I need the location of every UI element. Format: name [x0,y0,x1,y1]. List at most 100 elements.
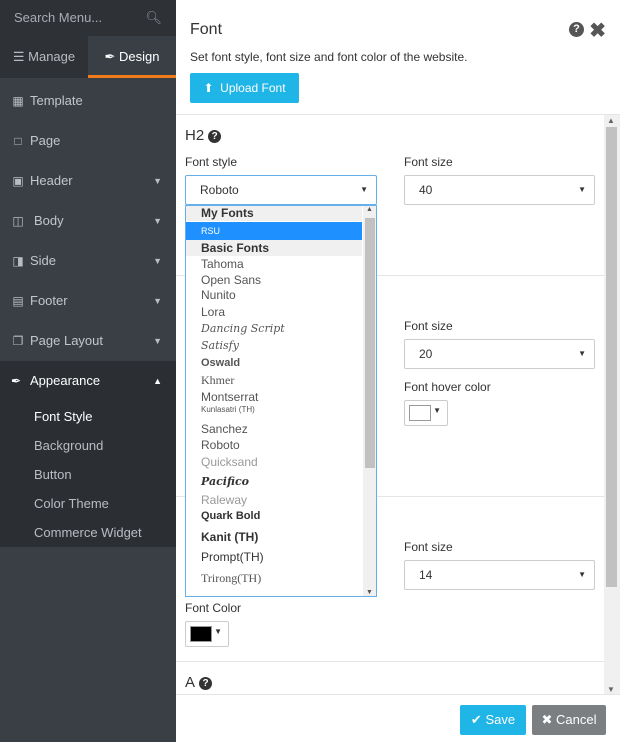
dropdown-option[interactable]: Khmer [186,373,362,388]
help-icon[interactable]: ? [208,130,222,143]
dropdown-option[interactable]: Prompt(TH) [186,550,362,564]
font-style-value: Roboto [200,183,239,197]
dropdown-option[interactable]: Open Sans [186,273,362,287]
caret-down-icon: ▼ [433,406,441,415]
sidebar-item-label: Header [30,173,73,188]
dropdown-option[interactable]: Nunito [186,288,362,302]
settings-scroll-area: H2? Font style Roboto ▼ Font size 40 ▼ F… [176,114,620,695]
dropdown-option[interactable]: Oswald [186,357,362,369]
tab-bar: ☰ Manage ✒ Design [0,36,176,78]
brush-icon: ✒ [104,49,116,64]
dropdown-scrollbar[interactable]: ▲ ▼ [363,206,376,596]
dropdown-option[interactable]: Pacifico [186,475,362,488]
dropdown-option[interactable]: Trirong(TH) [186,571,362,586]
caret-down-icon: ▼ [360,185,368,194]
sidebar-item-label: Template [30,93,83,108]
section-h2-label: H2 [185,127,205,144]
layout-icon: ❐ [12,334,24,348]
font-color-label: Font Color [185,601,242,615]
dropdown-option[interactable]: Roboto [186,438,362,452]
search-menu[interactable]: Search Menu... 🔍︎ [0,0,176,36]
tab-manage[interactable]: ☰ Manage [0,36,88,78]
color-swatch [190,626,212,642]
sidebar-item-label: Footer [30,293,68,308]
dropdown-option[interactable]: Montserrat [186,390,362,404]
dropdown-option[interactable]: Quicksand [186,455,362,469]
scrollbar-thumb[interactable] [606,127,617,587]
tab-design[interactable]: ✒ Design [88,36,176,78]
appearance-group: ✒ Appearance ▲ Font Style Background But… [0,361,176,547]
save-label: Save [485,712,516,727]
dropdown-option[interactable]: Lora [186,305,362,319]
sidebar-item-page-layout[interactable]: ❐ Page Layout ▼ [0,321,176,361]
upload-font-button[interactable]: ⬆ Upload Font [190,73,299,103]
font-style-dropdown[interactable]: My Fonts RSU Basic Fonts Tahoma Open San… [185,205,377,597]
dropdown-option[interactable]: Satisfy [186,339,362,352]
caret-down-icon: ▼ [578,570,586,579]
dropdown-option[interactable]: Dancing Script [186,322,362,335]
subitem-button[interactable]: Button [34,465,72,485]
section-a-label: A [185,674,196,691]
scrollbar-thumb[interactable] [365,218,375,468]
search-icon[interactable]: 🔍︎ [145,10,162,26]
subitem-font-style[interactable]: Font Style [34,407,93,427]
font-hover-color-label: Font hover color [404,380,491,394]
dropdown-option-selected[interactable]: RSU [186,222,362,240]
image-icon: ▦ [12,94,24,108]
font-size-select[interactable]: 40 ▼ [404,175,595,205]
cancel-label: Cancel [556,712,597,727]
dropdown-option[interactable]: Quark Bold [186,510,362,522]
font-size-value: 40 [419,183,433,197]
section-h2-title: H2? [185,127,222,144]
help-icon[interactable]: ? [569,22,584,37]
font-size-select[interactable]: 20 ▼ [404,339,595,369]
font-size-value: 14 [419,568,433,582]
font-color-picker[interactable]: ▼ [185,621,229,647]
divider [176,661,604,662]
font-hover-color-picker[interactable]: ▼ [404,400,448,426]
search-input[interactable]: Search Menu... [14,10,102,25]
dropdown-option[interactable]: Tahoma [186,257,362,271]
scroll-down-icon[interactable]: ▼ [366,589,373,596]
caret-down-icon: ▼ [578,185,586,194]
chevron-down-icon: ▼ [153,256,162,266]
sidebar-item-appearance[interactable]: ✒ Appearance ▲ [0,361,176,401]
footer-icon: ▤ [12,294,24,308]
panel-footer: ✔ Save ✖ Cancel [176,694,620,742]
scroll-up-icon[interactable]: ▲ [366,206,373,213]
dropdown-option[interactable]: Sanchez [186,422,362,436]
dropdown-option[interactable]: Kanit (TH) [186,530,362,544]
sidebar-item-label: Page [30,133,61,148]
cancel-button[interactable]: ✖ Cancel [532,705,606,735]
font-size-select[interactable]: 14 ▼ [404,560,595,590]
font-style-select[interactable]: Roboto ▼ [185,175,377,205]
chevron-down-icon: ▼ [153,216,162,226]
sidebar-item-header[interactable]: ▣ Header ▼ [0,161,176,201]
sidebar-item-page[interactable]: □ Page [0,121,176,161]
upload-font-label: Upload Font [220,81,286,95]
page-title: Font [190,21,223,38]
save-button[interactable]: ✔ Save [460,705,526,735]
sidebar: Search Menu... 🔍︎ ☰ Manage ✒ Design ▦ Te… [0,0,176,742]
dropdown-option[interactable]: Raleway [186,493,362,507]
page-description: Set font style, font size and font color… [190,50,468,64]
subitem-color-theme[interactable]: Color Theme [34,494,109,514]
sidebar-item-side[interactable]: ◨ Side ▼ [0,241,176,281]
panel-scrollbar[interactable]: ▲ ▼ [604,115,620,695]
chevron-up-icon: ▲ [153,376,162,386]
font-panel: Font ? ✖ Set font style, font size and f… [176,0,620,742]
sidebar-item-label: Page Layout [30,333,104,348]
subitem-commerce-widget[interactable]: Commerce Widget [34,523,142,543]
sidebar-item-body[interactable]: ◫ Body ▼ [0,201,176,241]
sidebar-item-template[interactable]: ▦ Template [0,81,176,121]
section-a-title: A? [185,674,213,691]
chevron-down-icon: ▼ [153,336,162,346]
subitem-background[interactable]: Background [34,436,103,456]
help-icon[interactable]: ? [199,677,213,690]
close-icon[interactable]: ✖ [589,18,606,43]
scroll-down-icon[interactable]: ▼ [607,685,615,694]
sidebar-item-footer[interactable]: ▤ Footer ▼ [0,281,176,321]
scroll-up-icon[interactable]: ▲ [607,116,615,125]
dropdown-option[interactable]: Kunlasatri (TH) [186,405,362,414]
color-swatch [409,405,431,421]
